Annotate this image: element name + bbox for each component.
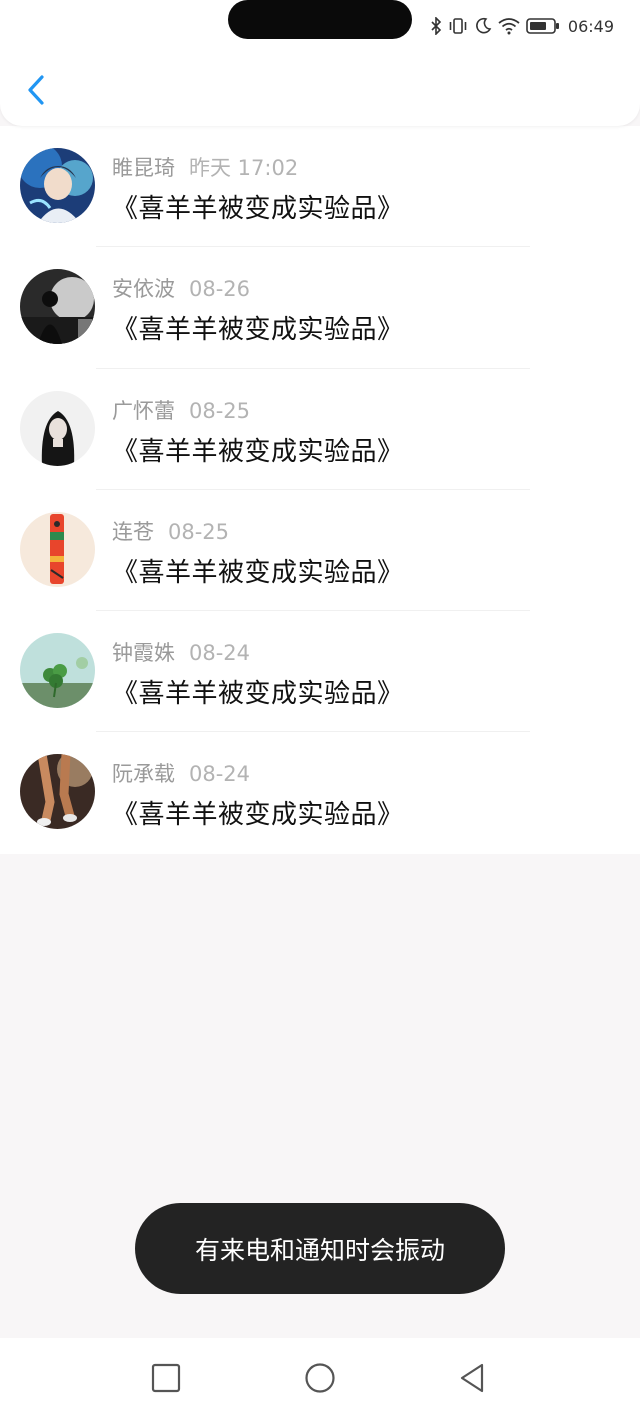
sender-line: 安依波 08-26	[112, 273, 250, 303]
sender-line: 睢昆琦 昨天 17:02	[112, 152, 298, 182]
list-item[interactable]: 连苍 08-25 《喜羊羊被变成实验品》	[0, 490, 640, 612]
message-title: 《喜羊羊被变成实验品》	[112, 194, 404, 224]
message-time: 08-26	[189, 277, 251, 302]
sender-name: 阮承载	[112, 762, 175, 787]
list-item[interactable]: 安依波 08-26 《喜羊羊被变成实验品》	[0, 247, 640, 369]
top-app-bar: 06:49	[0, 0, 640, 126]
camera-cutout	[228, 0, 412, 39]
wifi-icon	[498, 17, 520, 35]
chevron-left-icon	[26, 74, 46, 110]
status-time: 06:49	[567, 16, 614, 36]
message-time: 08-25	[168, 519, 230, 544]
vibrate-icon	[448, 17, 468, 35]
status-bar: 06:49	[430, 12, 614, 40]
recents-square-icon[interactable]	[150, 1362, 182, 1398]
message-list: 睢昆琦 昨天 17:02 《喜羊羊被变成实验品》 安依波 08-26 《喜羊羊被变成…	[0, 126, 640, 854]
runner-avatar[interactable]	[20, 754, 95, 830]
sender-name: 广怀蕾	[112, 398, 175, 423]
sender-line: 连苍 08-25	[112, 516, 229, 546]
message-time: 08-24	[189, 762, 251, 787]
sender-line: 阮承载 08-24	[112, 758, 250, 788]
bluetooth-icon	[430, 17, 442, 35]
message-time: 昨天 17:02	[189, 156, 299, 180]
sender-name: 睢昆琦	[112, 156, 175, 180]
home-circle-icon[interactable]	[304, 1362, 336, 1398]
sender-name: 安依波	[112, 277, 175, 302]
message-title: 《喜羊羊被变成实验品》	[112, 557, 404, 588]
message-title: 《喜羊羊被变成实验品》	[112, 436, 404, 467]
vibrate-toast: 有来电和通知时会振动	[135, 1203, 505, 1294]
message-title: 《喜羊羊被变成实验品》	[112, 800, 404, 831]
message-title: 《喜羊羊被变成实验品》	[112, 315, 404, 346]
girl-sketch-avatar[interactable]	[20, 390, 95, 466]
anime-avatar[interactable]	[20, 148, 95, 223]
totem-avatar[interactable]	[20, 511, 95, 587]
back-button[interactable]	[16, 70, 56, 114]
sender-line: 广怀蕾 08-25	[112, 395, 250, 425]
sender-name: 连苍	[112, 519, 154, 544]
message-time: 08-25	[189, 398, 251, 423]
system-nav-bar	[0, 1338, 640, 1422]
sender-name: 钟霞姝	[112, 641, 175, 666]
clover-avatar[interactable]	[20, 633, 95, 709]
list-item[interactable]: 睢昆琦 昨天 17:02 《喜羊羊被变成实验品》	[0, 126, 640, 248]
battery-icon	[526, 17, 560, 35]
sender-line: 钟霞姝 08-24	[112, 637, 250, 667]
list-item[interactable]: 钟霞姝 08-24 《喜羊羊被变成实验品》	[0, 611, 640, 733]
message-time: 08-24	[189, 641, 251, 666]
bw-city-avatar[interactable]	[20, 269, 95, 345]
list-item[interactable]: 广怀蕾 08-25 《喜羊羊被变成实验品》	[0, 369, 640, 490]
back-triangle-icon[interactable]	[458, 1362, 486, 1398]
list-item[interactable]: 阮承载 08-24 《喜羊羊被变成实验品》	[0, 732, 640, 853]
message-title: 《喜羊羊被变成实验品》	[112, 679, 404, 710]
moon-icon	[474, 17, 492, 35]
